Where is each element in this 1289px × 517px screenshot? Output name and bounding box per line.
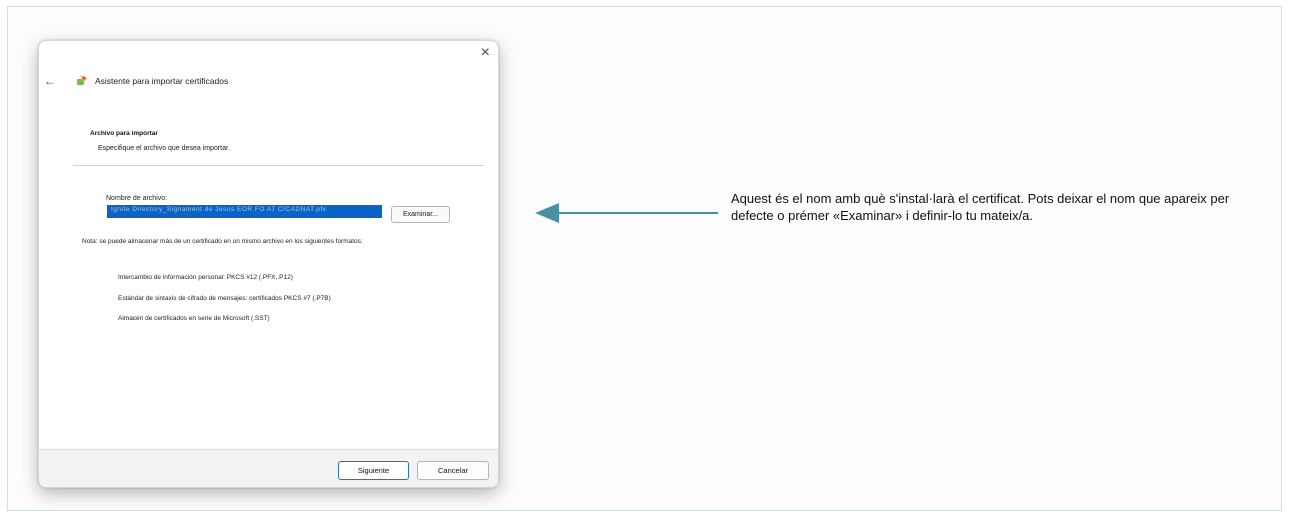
format-item-pfx: Intercambio de información personal: PKC… (118, 274, 293, 281)
format-item-p7b: Estándar de sintaxis de cifrado de mensa… (118, 295, 331, 302)
browse-button[interactable]: Examinar... (391, 206, 450, 223)
filename-input[interactable]: Ignite Directory_Signament de Jesus EOR … (107, 205, 382, 218)
section-subtitle: Especifique el archivo que desea importa… (98, 145, 230, 152)
explanation-text: Aquest és el nom amb què s'instal·larà e… (731, 191, 1230, 223)
pointer-arrow-icon (535, 203, 718, 223)
filename-value: Ignite Directory_Signament de Jesus EOR … (111, 206, 327, 213)
filename-label: Nombre de archivo: (106, 195, 168, 202)
header-separator (73, 165, 484, 166)
dialog-footer: Siguiente Cancelar (39, 449, 498, 487)
section-title: Archivo para importar (90, 130, 158, 137)
certificate-wizard-icon (77, 75, 87, 85)
back-arrow-button[interactable]: ← (44, 74, 56, 88)
certificate-import-wizard-dialog: × ← Asistente para importar certificados… (38, 40, 499, 488)
format-item-sst: Almacén de certificados en serie de Micr… (118, 315, 270, 322)
close-button[interactable]: × (481, 43, 490, 63)
formats-note: Nota: se puede almacenar más de un certi… (82, 238, 363, 245)
next-button[interactable]: Siguiente (338, 461, 409, 480)
wizard-title: Asistente para importar certificados (95, 76, 229, 86)
cancel-button[interactable]: Cancelar (417, 461, 489, 480)
